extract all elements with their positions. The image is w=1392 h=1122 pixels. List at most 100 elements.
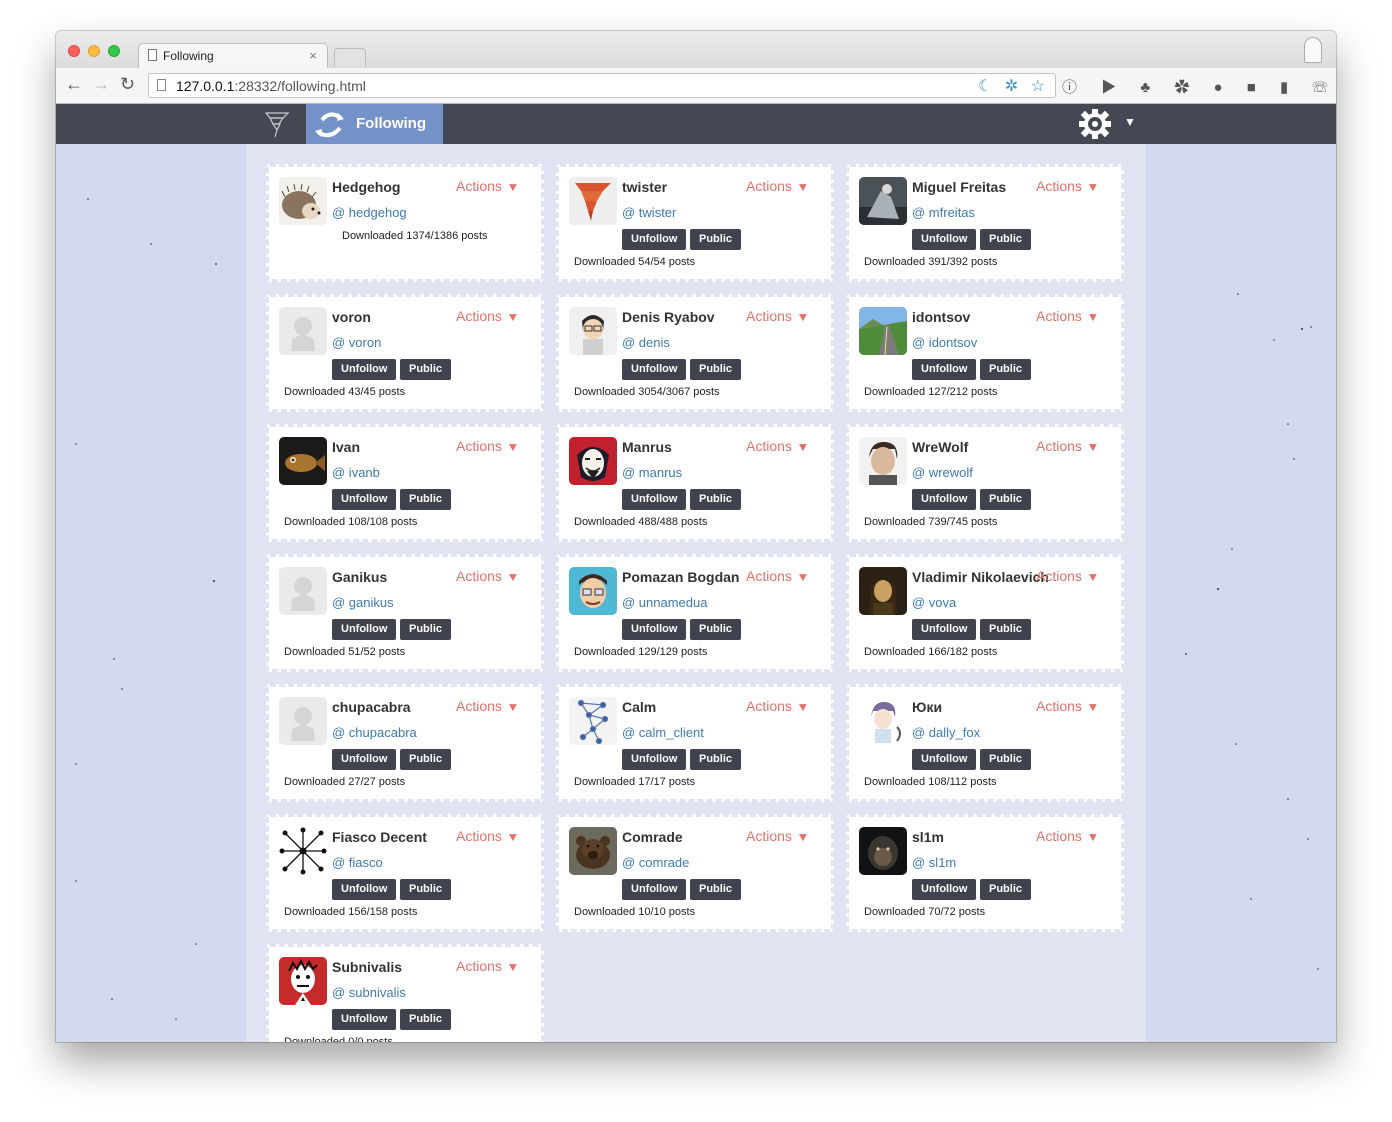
profile-icon[interactable] xyxy=(1304,37,1322,63)
photo-avatar[interactable] xyxy=(859,177,907,225)
twister-logo-icon[interactable] xyxy=(264,110,290,138)
actions-dropdown[interactable]: Actions ▼ xyxy=(746,308,809,324)
minimize-window-button[interactable] xyxy=(88,45,100,57)
actions-dropdown[interactable]: Actions ▼ xyxy=(746,698,809,714)
user-fullname[interactable]: Hedgehog xyxy=(332,179,400,195)
actions-dropdown[interactable]: Actions ▼ xyxy=(746,178,809,194)
unfollow-button[interactable]: Unfollow xyxy=(332,1009,397,1030)
public-button[interactable]: Public xyxy=(690,619,742,640)
unfollow-button[interactable]: Unfollow xyxy=(332,489,397,510)
user-fullname[interactable]: Fiasco Decent xyxy=(332,829,427,845)
user-fullname[interactable]: Comrade xyxy=(622,829,683,845)
network-avatar[interactable] xyxy=(569,697,617,745)
forward-button[interactable]: → xyxy=(92,74,110,95)
unfollow-button[interactable]: Unfollow xyxy=(622,749,687,770)
default-avatar[interactable] xyxy=(279,567,327,615)
settings-menu[interactable]: ▼ xyxy=(1074,108,1136,140)
extension-icons[interactable]: ⓘ ▶ ♣ ✿ ● ■ ▮ ☏ ≡ xyxy=(1062,76,1336,97)
actions-dropdown[interactable]: Actions ▼ xyxy=(1036,178,1099,194)
actions-dropdown[interactable]: Actions ▼ xyxy=(746,438,809,454)
actions-dropdown[interactable]: Actions ▼ xyxy=(456,568,519,584)
user-handle-link[interactable]: @ voron xyxy=(332,335,381,350)
unfollow-button[interactable]: Unfollow xyxy=(332,359,397,380)
unfollow-button[interactable]: Unfollow xyxy=(622,229,687,250)
user-handle-link[interactable]: @ dally_fox xyxy=(912,725,980,740)
public-button[interactable]: Public xyxy=(980,749,1032,770)
public-button[interactable]: Public xyxy=(980,229,1032,250)
user-fullname[interactable]: Pomazan Bogdan xyxy=(622,569,739,585)
reload-button[interactable]: ↻ xyxy=(120,74,135,95)
close-window-button[interactable] xyxy=(68,45,80,57)
user-handle-link[interactable]: @ unnamedua xyxy=(622,595,707,610)
user-handle-link[interactable]: @ sl1m xyxy=(912,855,956,870)
user-fullname[interactable]: voron xyxy=(332,309,371,325)
actions-dropdown[interactable]: Actions ▼ xyxy=(746,828,809,844)
bookmark-star-icon[interactable]: ☾ ✲ ☆ xyxy=(978,76,1049,96)
public-button[interactable]: Public xyxy=(400,619,452,640)
user-fullname[interactable]: Calm xyxy=(622,699,656,715)
browser-tab-following[interactable]: Following × xyxy=(138,43,328,68)
actions-dropdown[interactable]: Actions ▼ xyxy=(456,308,519,324)
user-fullname[interactable]: Manrus xyxy=(622,439,672,455)
unfollow-button[interactable]: Unfollow xyxy=(912,879,977,900)
public-button[interactable]: Public xyxy=(690,359,742,380)
unfollow-button[interactable]: Unfollow xyxy=(912,749,977,770)
actions-dropdown[interactable]: Actions ▼ xyxy=(746,568,809,584)
user-fullname[interactable]: Юки xyxy=(912,699,942,715)
public-button[interactable]: Public xyxy=(980,619,1032,640)
unfollow-button[interactable]: Unfollow xyxy=(332,619,397,640)
unfollow-button[interactable]: Unfollow xyxy=(622,489,687,510)
user-fullname[interactable]: sl1m xyxy=(912,829,944,845)
ape-avatar[interactable] xyxy=(859,827,907,875)
user-fullname[interactable]: Ganikus xyxy=(332,569,387,585)
public-button[interactable]: Public xyxy=(400,1009,452,1030)
unfollow-button[interactable]: Unfollow xyxy=(912,229,977,250)
user-fullname[interactable]: Vladimir Nikolaevich xyxy=(912,569,1049,585)
user-handle-link[interactable]: @ manrus xyxy=(622,465,682,480)
public-button[interactable]: Public xyxy=(400,879,452,900)
mask-avatar[interactable] xyxy=(569,437,617,485)
painting-avatar[interactable] xyxy=(859,567,907,615)
public-button[interactable]: Public xyxy=(400,359,452,380)
public-button[interactable]: Public xyxy=(690,879,742,900)
unfollow-button[interactable]: Unfollow xyxy=(332,879,397,900)
user-handle-link[interactable]: @ wrewolf xyxy=(912,465,973,480)
public-button[interactable]: Public xyxy=(980,879,1032,900)
user-handle-link[interactable]: @ ivanb xyxy=(332,465,380,480)
bear-avatar[interactable] xyxy=(569,827,617,875)
actions-dropdown[interactable]: Actions ▼ xyxy=(1036,828,1099,844)
unfollow-button[interactable]: Unfollow xyxy=(622,359,687,380)
actions-dropdown[interactable]: Actions ▼ xyxy=(456,178,519,194)
actions-dropdown[interactable]: Actions ▼ xyxy=(456,828,519,844)
actions-dropdown[interactable]: Actions ▼ xyxy=(456,438,519,454)
user-fullname[interactable]: chupacabra xyxy=(332,699,411,715)
cartoon-avatar[interactable] xyxy=(569,307,617,355)
user-handle-link[interactable]: @ comrade xyxy=(622,855,689,870)
user-handle-link[interactable]: @ ganikus xyxy=(332,595,394,610)
tab-following[interactable]: Following xyxy=(306,104,443,144)
public-button[interactable]: Public xyxy=(400,489,452,510)
unfollow-button[interactable]: Unfollow xyxy=(332,749,397,770)
new-tab-button[interactable] xyxy=(334,48,366,67)
public-button[interactable]: Public xyxy=(980,359,1032,380)
actions-dropdown[interactable]: Actions ▼ xyxy=(1036,698,1099,714)
user-fullname[interactable]: Ivan xyxy=(332,439,360,455)
user-handle-link[interactable]: @ fiasco xyxy=(332,855,383,870)
public-button[interactable]: Public xyxy=(690,229,742,250)
user-handle-link[interactable]: @ chupacabra xyxy=(332,725,417,740)
user-handle-link[interactable]: @ mfreitas xyxy=(912,205,975,220)
user-handle-link[interactable]: @ vova xyxy=(912,595,956,610)
actions-dropdown[interactable]: Actions ▼ xyxy=(1036,568,1099,584)
unfollow-button[interactable]: Unfollow xyxy=(622,619,687,640)
user-handle-link[interactable]: @ subnivalis xyxy=(332,985,406,1000)
portrait-avatar[interactable] xyxy=(859,437,907,485)
actions-dropdown[interactable]: Actions ▼ xyxy=(1036,438,1099,454)
road-avatar[interactable] xyxy=(859,307,907,355)
unfollow-button[interactable]: Unfollow xyxy=(912,489,977,510)
public-button[interactable]: Public xyxy=(690,749,742,770)
default-avatar[interactable] xyxy=(279,697,327,745)
user-fullname[interactable]: Denis Ryabov xyxy=(622,309,715,325)
unfollow-button[interactable]: Unfollow xyxy=(912,619,977,640)
tab-close-icon[interactable]: × xyxy=(309,48,317,63)
fish-avatar[interactable] xyxy=(279,437,327,485)
